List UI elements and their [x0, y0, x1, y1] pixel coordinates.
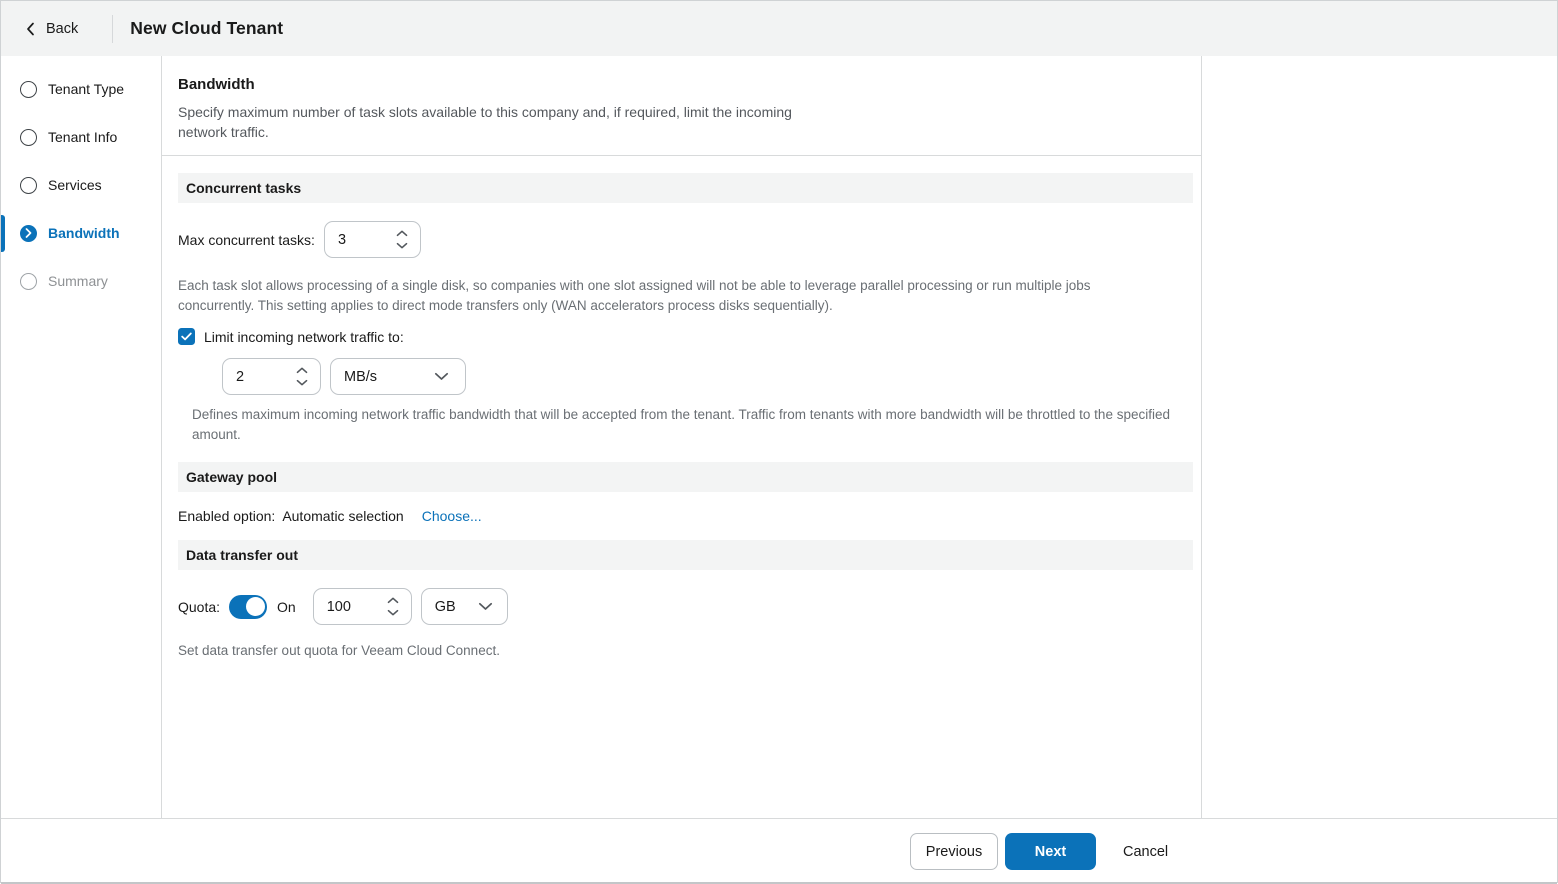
gateway-pool-row: Enabled option: Automatic selection Choo…	[178, 508, 1193, 524]
section-label: Gateway pool	[186, 469, 277, 485]
max-tasks-row: Max concurrent tasks: 3	[178, 221, 1193, 258]
dropdown-value: MB/s	[344, 369, 377, 385]
spinner-down-button[interactable]	[295, 378, 309, 387]
enabled-option-value: Automatic selection	[282, 508, 403, 524]
spinner-down-button[interactable]	[386, 608, 400, 617]
enabled-option-label: Enabled option:	[178, 508, 275, 524]
header-divider	[112, 15, 113, 43]
step-circle-icon	[20, 129, 37, 146]
limit-traffic-controls: 2 MB/s	[222, 358, 1193, 395]
sidebar-item-summary[interactable]: Summary	[1, 257, 161, 305]
spinner-arrows	[295, 366, 309, 387]
back-label: Back	[46, 21, 78, 37]
chevron-down-icon	[434, 372, 449, 381]
sidebar-item-bandwidth[interactable]: Bandwidth	[1, 209, 161, 257]
spinner-arrows	[395, 229, 409, 250]
step-circle-icon	[20, 273, 37, 290]
max-tasks-spinner[interactable]: 3	[324, 221, 421, 258]
quota-value-spinner[interactable]: 100	[313, 588, 412, 625]
cancel-button[interactable]: Cancel	[1123, 844, 1168, 860]
section-label: Data transfer out	[186, 547, 298, 563]
step-label: Tenant Type	[48, 81, 124, 97]
limit-traffic-checkbox[interactable]	[178, 328, 195, 345]
spinner-up-button[interactable]	[295, 366, 309, 375]
chevron-left-icon	[26, 22, 35, 36]
limit-traffic-row: Limit incoming network traffic to:	[178, 328, 1193, 345]
step-label: Tenant Info	[48, 129, 117, 145]
spinner-value: 100	[327, 599, 351, 615]
wizard-footer: Previous Next Cancel	[1, 818, 1557, 884]
spinner-value: 2	[236, 369, 244, 385]
limit-traffic-note: Defines maximum incoming network traffic…	[192, 405, 1178, 445]
footer-buttons: Previous Next Cancel	[910, 833, 1168, 870]
section-header-concurrent-tasks: Concurrent tasks	[178, 173, 1193, 203]
wizard-steps-sidebar: Tenant Type Tenant Info Services Bandwid…	[1, 56, 162, 818]
wizard-header: Back New Cloud Tenant	[1, 1, 1557, 56]
step-circle-icon	[20, 177, 37, 194]
quota-state-label: On	[277, 599, 296, 615]
quota-row: Quota: On 100 GB	[178, 588, 1193, 625]
checkmark-icon	[181, 332, 192, 341]
section-header-gateway-pool: Gateway pool	[178, 462, 1193, 492]
max-tasks-label: Max concurrent tasks:	[178, 232, 315, 248]
quota-toggle[interactable]	[229, 595, 267, 619]
step-content: Concurrent tasks Max concurrent tasks: 3…	[162, 156, 1201, 661]
quota-note: Set data transfer out quota for Veeam Cl…	[178, 641, 1120, 661]
step-active-chevron-icon	[20, 225, 37, 242]
concurrent-tasks-note: Each task slot allows processing of a si…	[178, 276, 1120, 316]
limit-traffic-label: Limit incoming network traffic to:	[204, 329, 404, 345]
section-header-data-transfer-out: Data transfer out	[178, 540, 1193, 570]
back-button[interactable]: Back	[26, 21, 78, 37]
spinner-up-button[interactable]	[386, 596, 400, 605]
chevron-down-icon	[478, 602, 493, 611]
sidebar-item-tenant-type[interactable]: Tenant Type	[1, 65, 161, 113]
page-title: New Cloud Tenant	[130, 18, 283, 39]
limit-unit-dropdown[interactable]: MB/s	[330, 358, 466, 395]
toggle-knob	[246, 597, 265, 616]
next-button[interactable]: Next	[1005, 833, 1096, 870]
spinner-value: 3	[338, 232, 346, 248]
step-label: Summary	[48, 273, 108, 289]
step-title: Bandwidth	[178, 76, 1185, 93]
dropdown-value: GB	[435, 599, 456, 615]
spinner-down-button[interactable]	[395, 241, 409, 250]
bandwidth-step-panel: Bandwidth Specify maximum number of task…	[162, 56, 1202, 818]
previous-button[interactable]: Previous	[910, 833, 998, 870]
sidebar-item-tenant-info[interactable]: Tenant Info	[1, 113, 161, 161]
spinner-arrows	[386, 596, 400, 617]
sidebar-item-services[interactable]: Services	[1, 161, 161, 209]
step-circle-icon	[20, 81, 37, 98]
step-label: Bandwidth	[48, 225, 120, 241]
quota-label: Quota:	[178, 599, 220, 615]
limit-value-spinner[interactable]: 2	[222, 358, 321, 395]
step-description: Specify maximum number of task slots ava…	[178, 102, 810, 142]
spinner-up-button[interactable]	[395, 229, 409, 238]
section-label: Concurrent tasks	[186, 180, 301, 196]
choose-link[interactable]: Choose...	[422, 508, 482, 524]
quota-unit-dropdown[interactable]: GB	[421, 588, 508, 625]
step-header: Bandwidth Specify maximum number of task…	[162, 56, 1201, 156]
step-label: Services	[48, 177, 102, 193]
active-step-indicator	[1, 215, 5, 252]
